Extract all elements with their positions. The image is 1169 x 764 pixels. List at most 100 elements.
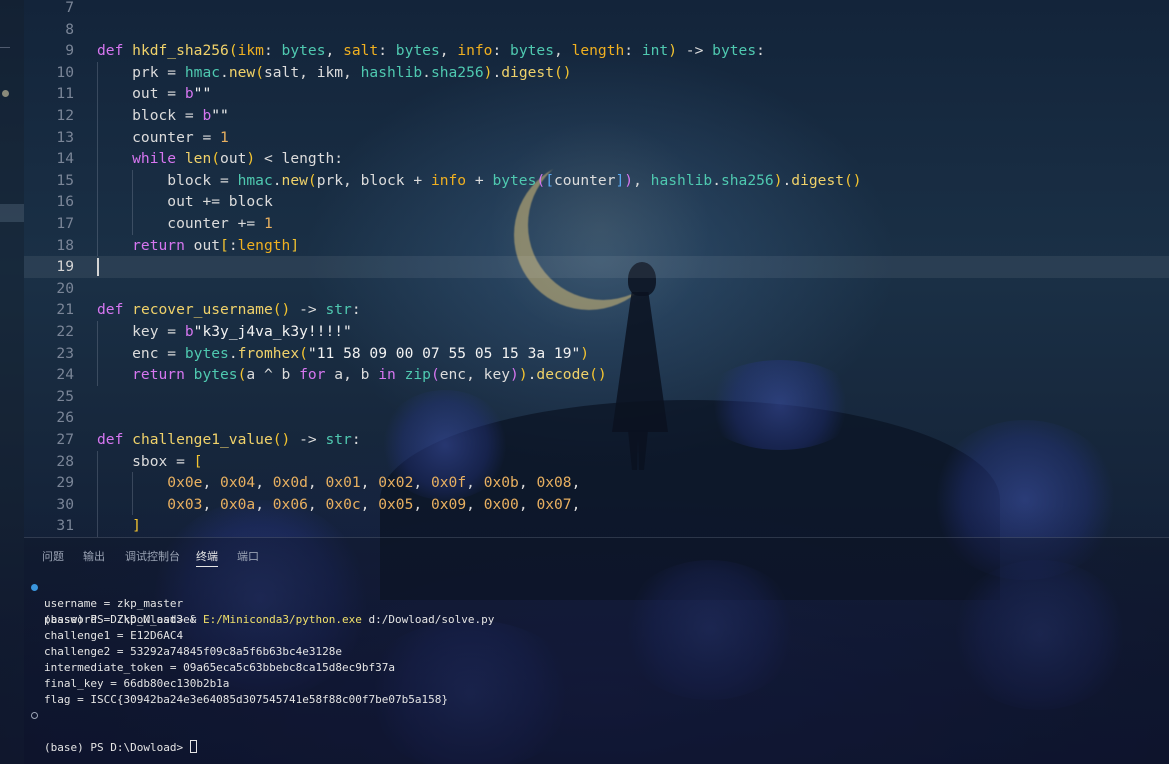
terminal-output-line: challenge1 = E12D6AC4: [24, 628, 1124, 644]
code-token: ^: [263, 366, 282, 384]
code-token: enc: [97, 344, 168, 362]
code-token: def: [97, 431, 133, 448]
code-token: block: [97, 171, 221, 189]
code-token: ,: [553, 42, 572, 60]
terminal-output-line: intermediate_token = 09a65eca5c63bbebc8c…: [24, 660, 1124, 676]
code-line[interactable]: 27 def challenge1_value() -> str:: [24, 429, 1169, 451]
code-text: out += block: [97, 191, 273, 213]
terminal-output-line: challenge2 = 53292a74845f09c8a5f6b63bc4e…: [24, 644, 1124, 660]
code-line[interactable]: 12 block = b"": [24, 105, 1169, 127]
code-token: =: [202, 128, 221, 146]
tab-output[interactable]: 输出: [83, 546, 105, 566]
code-token: hkdf_sha256: [132, 42, 229, 60]
code-line[interactable]: 8: [24, 19, 1169, 41]
command-success-dot[interactable]: [31, 584, 38, 591]
code-line[interactable]: 29 0x0e, 0x04, 0x0d, 0x01, 0x02, 0x0f, 0…: [24, 472, 1169, 494]
code-token: ): [668, 42, 678, 60]
line-number: 12: [56, 107, 74, 124]
code-line[interactable]: 20: [24, 278, 1169, 300]
code-text: return out[:length]: [97, 235, 299, 257]
code-text: def hkdf_sha256(ikm: bytes, salt: bytes,…: [97, 40, 765, 62]
tab-problems[interactable]: 问题: [42, 546, 64, 566]
code-text: def recover_username() -> str:: [97, 299, 361, 321]
code-text: prk = hmac.new(salt, ikm, hashlib.sha256…: [97, 62, 571, 84]
line-number: 26: [56, 409, 74, 427]
code-line[interactable]: 15 block = hmac.new(prk, block + info + …: [24, 170, 1169, 192]
code-text: ]: [97, 515, 141, 537]
code-line[interactable]: 25: [24, 386, 1169, 408]
code-token: (: [299, 344, 308, 362]
terminal-output-text: flag = ISCC{30942ba24e3e64085d307545741e…: [44, 693, 448, 706]
panel-tabs: 问题 输出 调试控制台 终端 端口: [24, 546, 1169, 570]
code-token: .: [272, 171, 282, 189]
code-token: :: [351, 431, 361, 448]
code-line[interactable]: 30 0x03, 0x0a, 0x06, 0x0c, 0x05, 0x09, 0…: [24, 494, 1169, 516]
code-line[interactable]: 9 def hkdf_sha256(ikm: bytes, salt: bytes…: [24, 40, 1169, 62]
code-token: (): [844, 171, 862, 189]
code-token: [: [193, 452, 203, 470]
code-line[interactable]: 11 out = b"": [24, 83, 1169, 105]
code-token: :: [228, 236, 238, 254]
code-token: ]: [97, 517, 141, 535]
code-line[interactable]: 16 out += block: [24, 191, 1169, 213]
code-token: block: [228, 193, 273, 211]
line-number: 30: [56, 495, 74, 513]
code-line[interactable]: 7: [24, 0, 1169, 19]
code-token: ): [246, 150, 256, 168]
tab-ports[interactable]: 端口: [237, 546, 259, 566]
code-token: ,: [255, 495, 273, 513]
code-token: length: [281, 150, 335, 168]
code-token: :: [624, 42, 642, 60]
terminal-output-text: username = zkp_master: [44, 597, 184, 610]
code-line[interactable]: 19: [24, 256, 1169, 278]
code-token: "k3y_j4va_k3y!!!!": [193, 323, 352, 340]
code-line[interactable]: 10 prk = hmac.new(salt, ikm, hashlib.sha…: [24, 62, 1169, 84]
code-token: ,: [202, 495, 221, 513]
tab-terminal[interactable]: 终端: [196, 546, 218, 567]
code-token: 0x01: [325, 474, 361, 492]
code-line[interactable]: 13 counter = 1: [24, 127, 1169, 149]
code-token: ,: [571, 474, 581, 492]
code-line[interactable]: 21 def recover_username() -> str:: [24, 299, 1169, 321]
line-number: 21: [56, 301, 74, 319]
line-number: 11: [56, 85, 74, 103]
code-token: sha256: [720, 171, 774, 189]
code-token: "11 58 09 00 07 55 05 15 3a 19": [307, 344, 581, 362]
code-token: (): [272, 431, 291, 448]
gutter-highlight: [0, 204, 24, 222]
code-line[interactable]: 17 counter += 1: [24, 213, 1169, 235]
code-line[interactable]: 14 while len(out) < length:: [24, 148, 1169, 170]
code-token: =: [167, 323, 185, 340]
code-line[interactable]: 28 sbox = [: [24, 451, 1169, 473]
code-token: 1: [263, 215, 273, 232]
code-token: return: [97, 236, 194, 254]
code-token: a, b: [334, 366, 379, 384]
code-token: ): [624, 171, 634, 189]
code-line[interactable]: 18 return out[:length]: [24, 235, 1169, 257]
code-line[interactable]: 31 ]: [24, 515, 1169, 537]
code-editor[interactable]: 7 8 9 def hkdf_sha256(ikm: bytes, salt: byt…: [24, 0, 1169, 537]
code-token: ,: [360, 495, 379, 513]
code-line[interactable]: 22 key = b"k3y_j4va_k3y!!!!": [24, 321, 1169, 343]
code-line[interactable]: 23 enc = bytes.fromhex("11 58 09 00 07 5…: [24, 343, 1169, 365]
code-line[interactable]: 24 return bytes(a ^ b for a, b in zip(en…: [24, 364, 1169, 386]
line-number: 25: [56, 387, 74, 405]
line-number: 28: [56, 452, 74, 470]
code-line[interactable]: 26: [24, 407, 1169, 429]
tab-debug-console[interactable]: 调试控制台: [125, 546, 180, 566]
code-token: =: [220, 171, 238, 189]
code-token: bytes: [492, 171, 537, 189]
code-token: ,: [307, 474, 326, 492]
code-token: digest: [501, 63, 554, 81]
terminal-output-line: username = zkp_master: [24, 596, 1124, 612]
code-token: in: [378, 366, 405, 384]
code-token: info: [457, 42, 493, 60]
line-number: 23: [56, 344, 74, 362]
code-token: out: [97, 85, 168, 103]
code-token: block: [97, 107, 185, 124]
code-token: new: [281, 171, 308, 189]
breakpoint-dot[interactable]: [2, 90, 9, 97]
code-token: "": [211, 107, 229, 124]
code-token: ,: [307, 495, 326, 513]
code-token: .: [712, 171, 721, 189]
